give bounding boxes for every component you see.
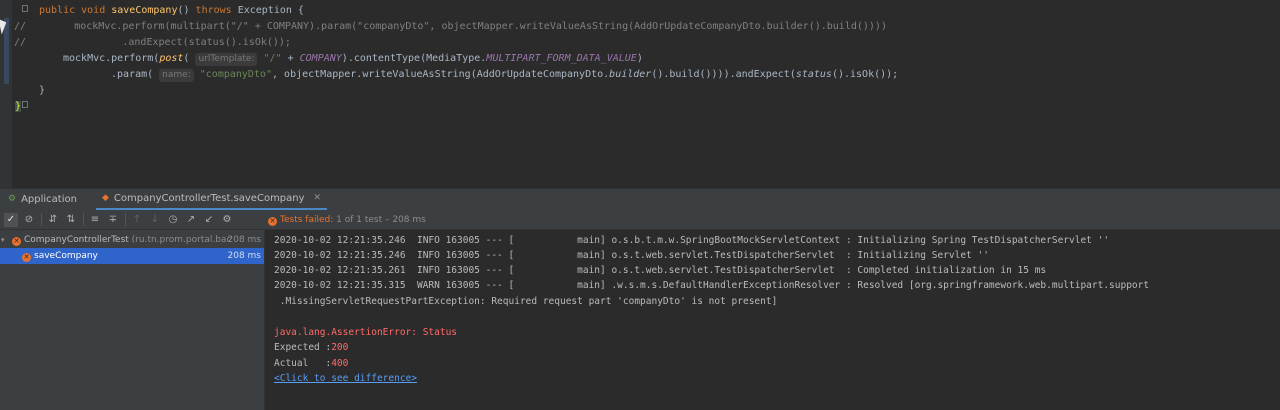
console-output[interactable]: 2020-10-02 12:21:35.246 INFO 163005 --- … bbox=[265, 230, 1280, 410]
run-tool-window-tabs: ⚙ Application ◆ CompanyControllerTest.sa… bbox=[0, 188, 1280, 210]
code-line-1: public void saveCompany() throws Excepti… bbox=[39, 5, 304, 16]
actual-line: Actual :400 bbox=[274, 358, 349, 369]
run-icon: ⚙ bbox=[8, 194, 17, 204]
tab-application[interactable]: ⚙ Application bbox=[2, 189, 83, 210]
tab-company-controller-test[interactable]: ◆ CompanyControllerTest.saveCompany ✕ bbox=[96, 188, 328, 210]
test-tree: ▾ ✕ CompanyControllerTest (ru.tn.prom.port… bbox=[0, 230, 265, 410]
check-icon[interactable]: ✓ bbox=[4, 212, 18, 227]
code-line-4: mockMvc.perform(post( urlTemplate: "/" +… bbox=[63, 53, 643, 66]
fold-marker[interactable] bbox=[22, 101, 28, 108]
import-icon[interactable]: ↙ bbox=[202, 213, 216, 227]
param-hint: urlTemplate: bbox=[195, 53, 258, 66]
stop-icon[interactable]: ⊘ bbox=[22, 213, 36, 227]
test-status: ✕ Tests failed: 1 of 1 test – 208 ms bbox=[265, 210, 1280, 230]
code-line-3: // .andExpect(status().isOk()); bbox=[14, 37, 291, 48]
sort-duration-icon[interactable]: ⇅ bbox=[64, 213, 78, 227]
history-icon[interactable]: ◷ bbox=[166, 213, 180, 227]
next-failed-icon[interactable]: ↓ bbox=[148, 213, 162, 227]
code-line-7: } bbox=[15, 101, 22, 112]
settings-icon[interactable]: ⚙ bbox=[220, 213, 234, 227]
failed-icon: ✕ bbox=[22, 253, 31, 262]
expected-line: Expected :200 bbox=[274, 342, 349, 353]
collapse-all-icon[interactable]: ∓ bbox=[106, 213, 120, 227]
code-line-2: // mockMvc.perform(multipart("/" + COMPA… bbox=[14, 21, 887, 32]
test-runner-toolbar: ✓ ⊘ ⇵ ⇅ ≡ ∓ ↑ ↓ ◷ ↗ ↙ ⚙ bbox=[0, 210, 265, 230]
param-hint: name: bbox=[159, 69, 194, 82]
log-line: 2020-10-02 12:21:35.261 INFO 163005 --- … bbox=[274, 265, 1047, 276]
error-icon: ✕ bbox=[268, 217, 277, 226]
log-line: .MissingServletRequestPartException: Req… bbox=[274, 296, 778, 307]
chevron-down-icon: ▾ bbox=[1, 236, 5, 244]
failed-icon: ✕ bbox=[12, 237, 21, 246]
sort-alpha-icon[interactable]: ⇵ bbox=[46, 213, 60, 227]
tree-node-test-method[interactable]: ✕ saveCompany 208 ms bbox=[0, 248, 264, 264]
expand-all-icon[interactable]: ≡ bbox=[88, 213, 102, 227]
prev-failed-icon[interactable]: ↑ bbox=[130, 213, 144, 227]
code-line-5: .param( name: "companyDto", objectMapper… bbox=[111, 69, 899, 82]
fold-marker[interactable] bbox=[22, 5, 28, 12]
log-line: 2020-10-02 12:21:35.315 WARN 163005 --- … bbox=[274, 280, 1150, 291]
assertion-error: java.lang.AssertionError: Status bbox=[274, 327, 458, 338]
test-icon: ◆ bbox=[102, 193, 109, 203]
see-difference-link[interactable]: <Click to see difference> bbox=[274, 371, 417, 386]
toolbar-divider bbox=[125, 213, 126, 226]
log-line: 2020-10-02 12:21:35.246 INFO 163005 --- … bbox=[274, 250, 989, 261]
code-line-6: } bbox=[39, 85, 46, 96]
close-icon[interactable]: ✕ bbox=[314, 188, 322, 209]
tree-node-test-class[interactable]: ▾ ✕ CompanyControllerTest (ru.tn.prom.port… bbox=[0, 232, 264, 248]
log-line: 2020-10-02 12:21:35.246 INFO 163005 --- … bbox=[274, 235, 1110, 246]
code-editor[interactable]: public void saveCompany() throws Excepti… bbox=[0, 0, 1280, 188]
export-icon[interactable]: ↗ bbox=[184, 213, 198, 227]
toolbar-divider bbox=[41, 213, 42, 226]
toolbar-divider bbox=[83, 213, 84, 226]
